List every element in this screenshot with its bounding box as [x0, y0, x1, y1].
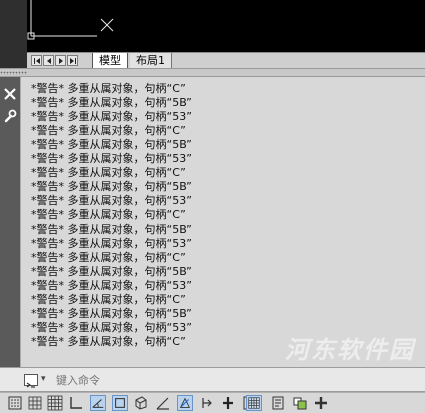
prev-icon[interactable] — [43, 55, 54, 66]
close-icon[interactable] — [3, 87, 17, 101]
command-line: ▾ — [0, 367, 425, 392]
history-line: *警告* 多重从属对象，句柄“5B” — [31, 180, 192, 194]
ucs-icon — [27, 0, 114, 40]
otrack-icon[interactable] — [155, 395, 171, 411]
dyn-icon[interactable] — [199, 395, 215, 411]
history-line: *警告* 多重从属对象，句柄“5B” — [31, 306, 192, 320]
ortho-icon[interactable] — [68, 395, 84, 411]
command-window-sidebar — [0, 77, 20, 367]
history-line: *警告* 多重从属对象，句柄“53” — [31, 278, 192, 292]
history-line: *警告* 多重从属对象，句柄“C” — [31, 292, 186, 306]
history-line: *警告* 多重从属对象，句柄“5B” — [31, 264, 192, 278]
add-icon[interactable] — [313, 395, 329, 411]
layout-tab-bar: 模型 布局1 — [27, 52, 425, 69]
history-line: *警告* 多重从属对象，句柄“53” — [31, 320, 192, 334]
next-icon[interactable] — [55, 55, 66, 66]
command-history: *警告* 多重从属对象，句柄“C” *警告* 多重从属对象，句柄“5B” *警告* … — [20, 77, 425, 367]
history-line: *警告* 多重从属对象，句柄“C” — [31, 250, 186, 264]
tab-model[interactable]: 模型 — [92, 53, 128, 69]
history-line: *警告* 多重从属对象，句柄“5B” — [31, 222, 192, 236]
grip-handle[interactable] — [0, 71, 27, 75]
history-line: *警告* 多重从属对象，句柄“C” — [31, 208, 186, 222]
polar-icon[interactable] — [90, 395, 106, 411]
recent-commands-dropdown-icon[interactable]: ▾ — [41, 374, 46, 384]
wrench-icon[interactable] — [3, 109, 17, 123]
history-line: *警告* 多重从属对象，句柄“5B” — [31, 96, 192, 110]
first-icon[interactable] — [31, 55, 42, 66]
grid-icon[interactable] — [47, 395, 63, 411]
ducs-icon[interactable] — [177, 395, 193, 411]
history-line: *警告* 多重从属对象，句柄“C” — [31, 166, 186, 180]
annotation-monitor-icon[interactable] — [292, 395, 308, 411]
history-line: *警告* 多重从属对象，句柄“C” — [31, 334, 186, 348]
history-line: *警告* 多重从属对象，句柄“53” — [31, 110, 192, 124]
3d-osnap-icon[interactable] — [133, 395, 149, 411]
grid-snap-icon[interactable] — [7, 395, 23, 411]
quick-properties-icon[interactable] — [246, 395, 262, 411]
grid-display-icon[interactable] — [27, 395, 43, 411]
history-line: *警告* 多重从属对象，句柄“C” — [31, 82, 186, 95]
watermark: 河东软件园 — [285, 335, 415, 364]
tab-layout1[interactable]: 布局1 — [130, 53, 172, 69]
history-line: *警告* 多重从属对象，句柄“C” — [31, 124, 186, 138]
command-prompt-icon[interactable] — [24, 374, 38, 388]
drawing-canvas[interactable] — [27, 0, 425, 52]
history-line: *警告* 多重从属对象，句柄“53” — [31, 152, 192, 166]
history-line: *警告* 多重从属对象，句柄“53” — [31, 236, 192, 250]
lineweight-icon[interactable] — [220, 395, 236, 411]
osnap-icon[interactable] — [112, 395, 128, 411]
command-window-splitter[interactable] — [0, 68, 425, 77]
status-bar — [0, 392, 425, 413]
history-line: *警告* 多重从属对象，句柄“53” — [31, 194, 192, 208]
command-input[interactable] — [56, 370, 416, 390]
drawing-left-strip — [0, 0, 27, 68]
history-line: *警告* 多重从属对象，句柄“5B” — [31, 138, 192, 152]
selection-cycling-icon[interactable] — [270, 395, 286, 411]
last-icon[interactable] — [67, 55, 78, 66]
